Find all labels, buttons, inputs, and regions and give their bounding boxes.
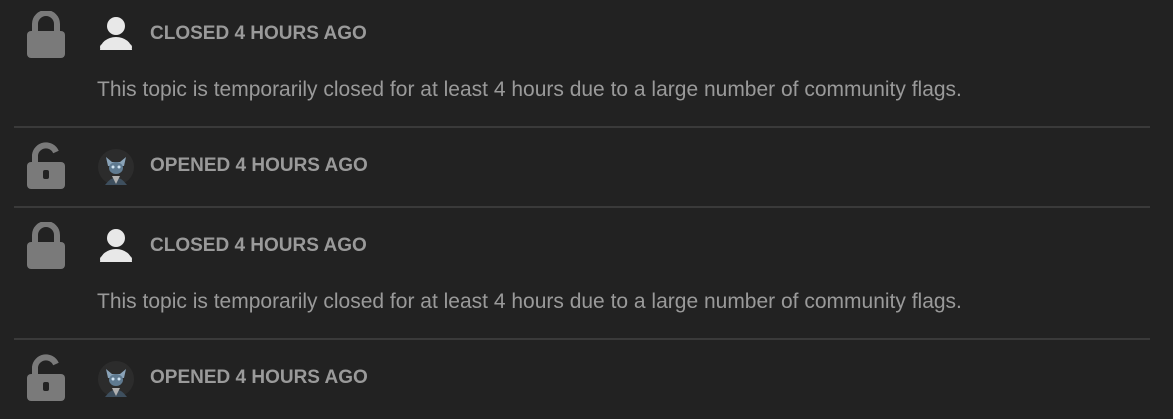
- lock-open-icon: [27, 354, 65, 401]
- action-code[interactable]: OPENED 4 HOURS AGO: [150, 155, 368, 177]
- divider: [14, 206, 1150, 208]
- divider: [14, 338, 1150, 340]
- action-code[interactable]: CLOSED 4 HOURS AGO: [150, 23, 367, 45]
- system-user-avatar-icon[interactable]: [97, 360, 135, 398]
- action-message: This topic is temporarily closed for at …: [97, 290, 962, 313]
- action-message: This topic is temporarily closed for at …: [97, 78, 962, 101]
- divider: [14, 126, 1150, 128]
- lock-open-icon: [27, 142, 65, 189]
- lock-closed-icon: [27, 222, 65, 269]
- lock-closed-icon: [27, 11, 65, 58]
- system-user-avatar-icon[interactable]: [97, 148, 135, 186]
- default-user-avatar-icon[interactable]: [97, 226, 135, 264]
- action-code[interactable]: CLOSED 4 HOURS AGO: [150, 235, 367, 257]
- default-user-avatar-icon[interactable]: [97, 14, 135, 52]
- action-code[interactable]: OPENED 4 HOURS AGO: [150, 367, 368, 389]
